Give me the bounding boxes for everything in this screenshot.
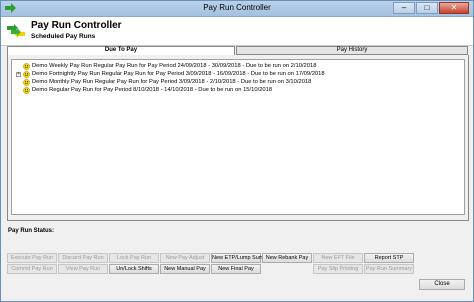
page-subtitle: Scheduled Pay Runs — [31, 33, 96, 40]
tree-expander-spacer — [16, 88, 21, 93]
tree-expander-spacer — [16, 64, 21, 69]
tree-node[interactable]: Demo Weekly Pay Run Regular Pay Run for … — [16, 62, 316, 70]
page-title: Pay Run Controller — [31, 20, 122, 31]
smiley-face-icon — [23, 62, 30, 70]
tab-pay-history[interactable]: Pay History — [236, 46, 468, 55]
new-rebank-pay-button[interactable]: New Rebank Pay — [262, 253, 312, 263]
tree-node[interactable]: Demo Monthly Pay Run Regular Pay Run for… — [16, 78, 311, 86]
pay-run-tree[interactable]: Demo Weekly Pay Run Regular Pay Run for … — [11, 59, 465, 215]
tree-expander-spacer — [16, 80, 21, 85]
minimize-icon: – — [401, 3, 407, 12]
due-to-pay-panel: Demo Weekly Pay Run Regular Pay Run for … — [7, 55, 469, 221]
new-manual-pay-button[interactable]: New Manual Pay — [160, 264, 210, 274]
new-eft-file-button[interactable]: New EFT File — [313, 253, 363, 263]
new-etp-lump-sum-button[interactable]: New ETP/Lump Sum — [211, 253, 263, 263]
lock-pay-run-button[interactable]: Lock Pay Run — [109, 253, 159, 263]
expand-plus-icon[interactable]: + — [16, 71, 21, 77]
green-arrows-icon — [7, 24, 25, 38]
pay-run-status-label: Pay Run Status: — [8, 228, 55, 234]
smiley-face-icon — [23, 78, 30, 86]
tree-node-label: Demo Regular Pay Run for Pay Period 8/10… — [32, 87, 273, 93]
smiley-face-icon — [23, 70, 30, 78]
smiley-face-icon — [23, 86, 30, 94]
title-bar[interactable]: Pay Run Controller – □ ✕ — [1, 1, 473, 17]
new-final-pay-button[interactable]: New Final Pay — [211, 264, 261, 274]
maximize-icon: □ — [424, 3, 430, 12]
view-pay-run-button[interactable]: View Pay Run — [58, 264, 108, 274]
report-stp-button[interactable]: Report STP — [364, 253, 414, 263]
pay-slip-printing-button[interactable]: Pay Slip Printing — [313, 264, 363, 274]
tree-node-label: Demo Monthly Pay Run Regular Pay Run for… — [32, 79, 312, 85]
tree-node-label: Demo Fortnightly Pay Run Regular Pay Run… — [32, 71, 325, 77]
pay-run-controller-window: Pay Run Controller – □ ✕ Pay Run Control… — [0, 0, 474, 302]
minimize-button[interactable]: – — [393, 2, 415, 14]
close-button[interactable]: Close — [419, 279, 465, 290]
execute-pay-run-button[interactable]: Execute Pay Run — [7, 253, 57, 263]
tab-due-to-pay[interactable]: Due To Pay — [7, 46, 235, 55]
pay-run-summary-button[interactable]: Pay Run Summary — [364, 264, 414, 274]
discard-pay-run-button[interactable]: Discard Pay Run — [58, 253, 108, 263]
new-pay-adjust-button[interactable]: New Pay Adjust — [160, 253, 210, 263]
commit-pay-run-button[interactable]: Commit Pay Run — [7, 264, 57, 274]
tab-strip: Due To Pay Pay History — [7, 46, 469, 55]
maximize-button[interactable]: □ — [416, 2, 438, 14]
un-lock-shifts-button[interactable]: Un/Lock Shifts — [109, 264, 159, 274]
window-controls: – □ ✕ — [393, 2, 469, 14]
tree-node[interactable]: Demo Regular Pay Run for Pay Period 8/10… — [16, 86, 272, 94]
tree-node-label: Demo Weekly Pay Run Regular Pay Run for … — [32, 63, 317, 69]
close-window-button[interactable]: ✕ — [439, 2, 469, 14]
header-banner: Pay Run Controller Scheduled Pay Runs — [1, 17, 473, 46]
tree-node[interactable]: + Demo Fortnightly Pay Run Regular Pay R… — [16, 70, 325, 78]
close-icon: ✕ — [450, 3, 458, 12]
